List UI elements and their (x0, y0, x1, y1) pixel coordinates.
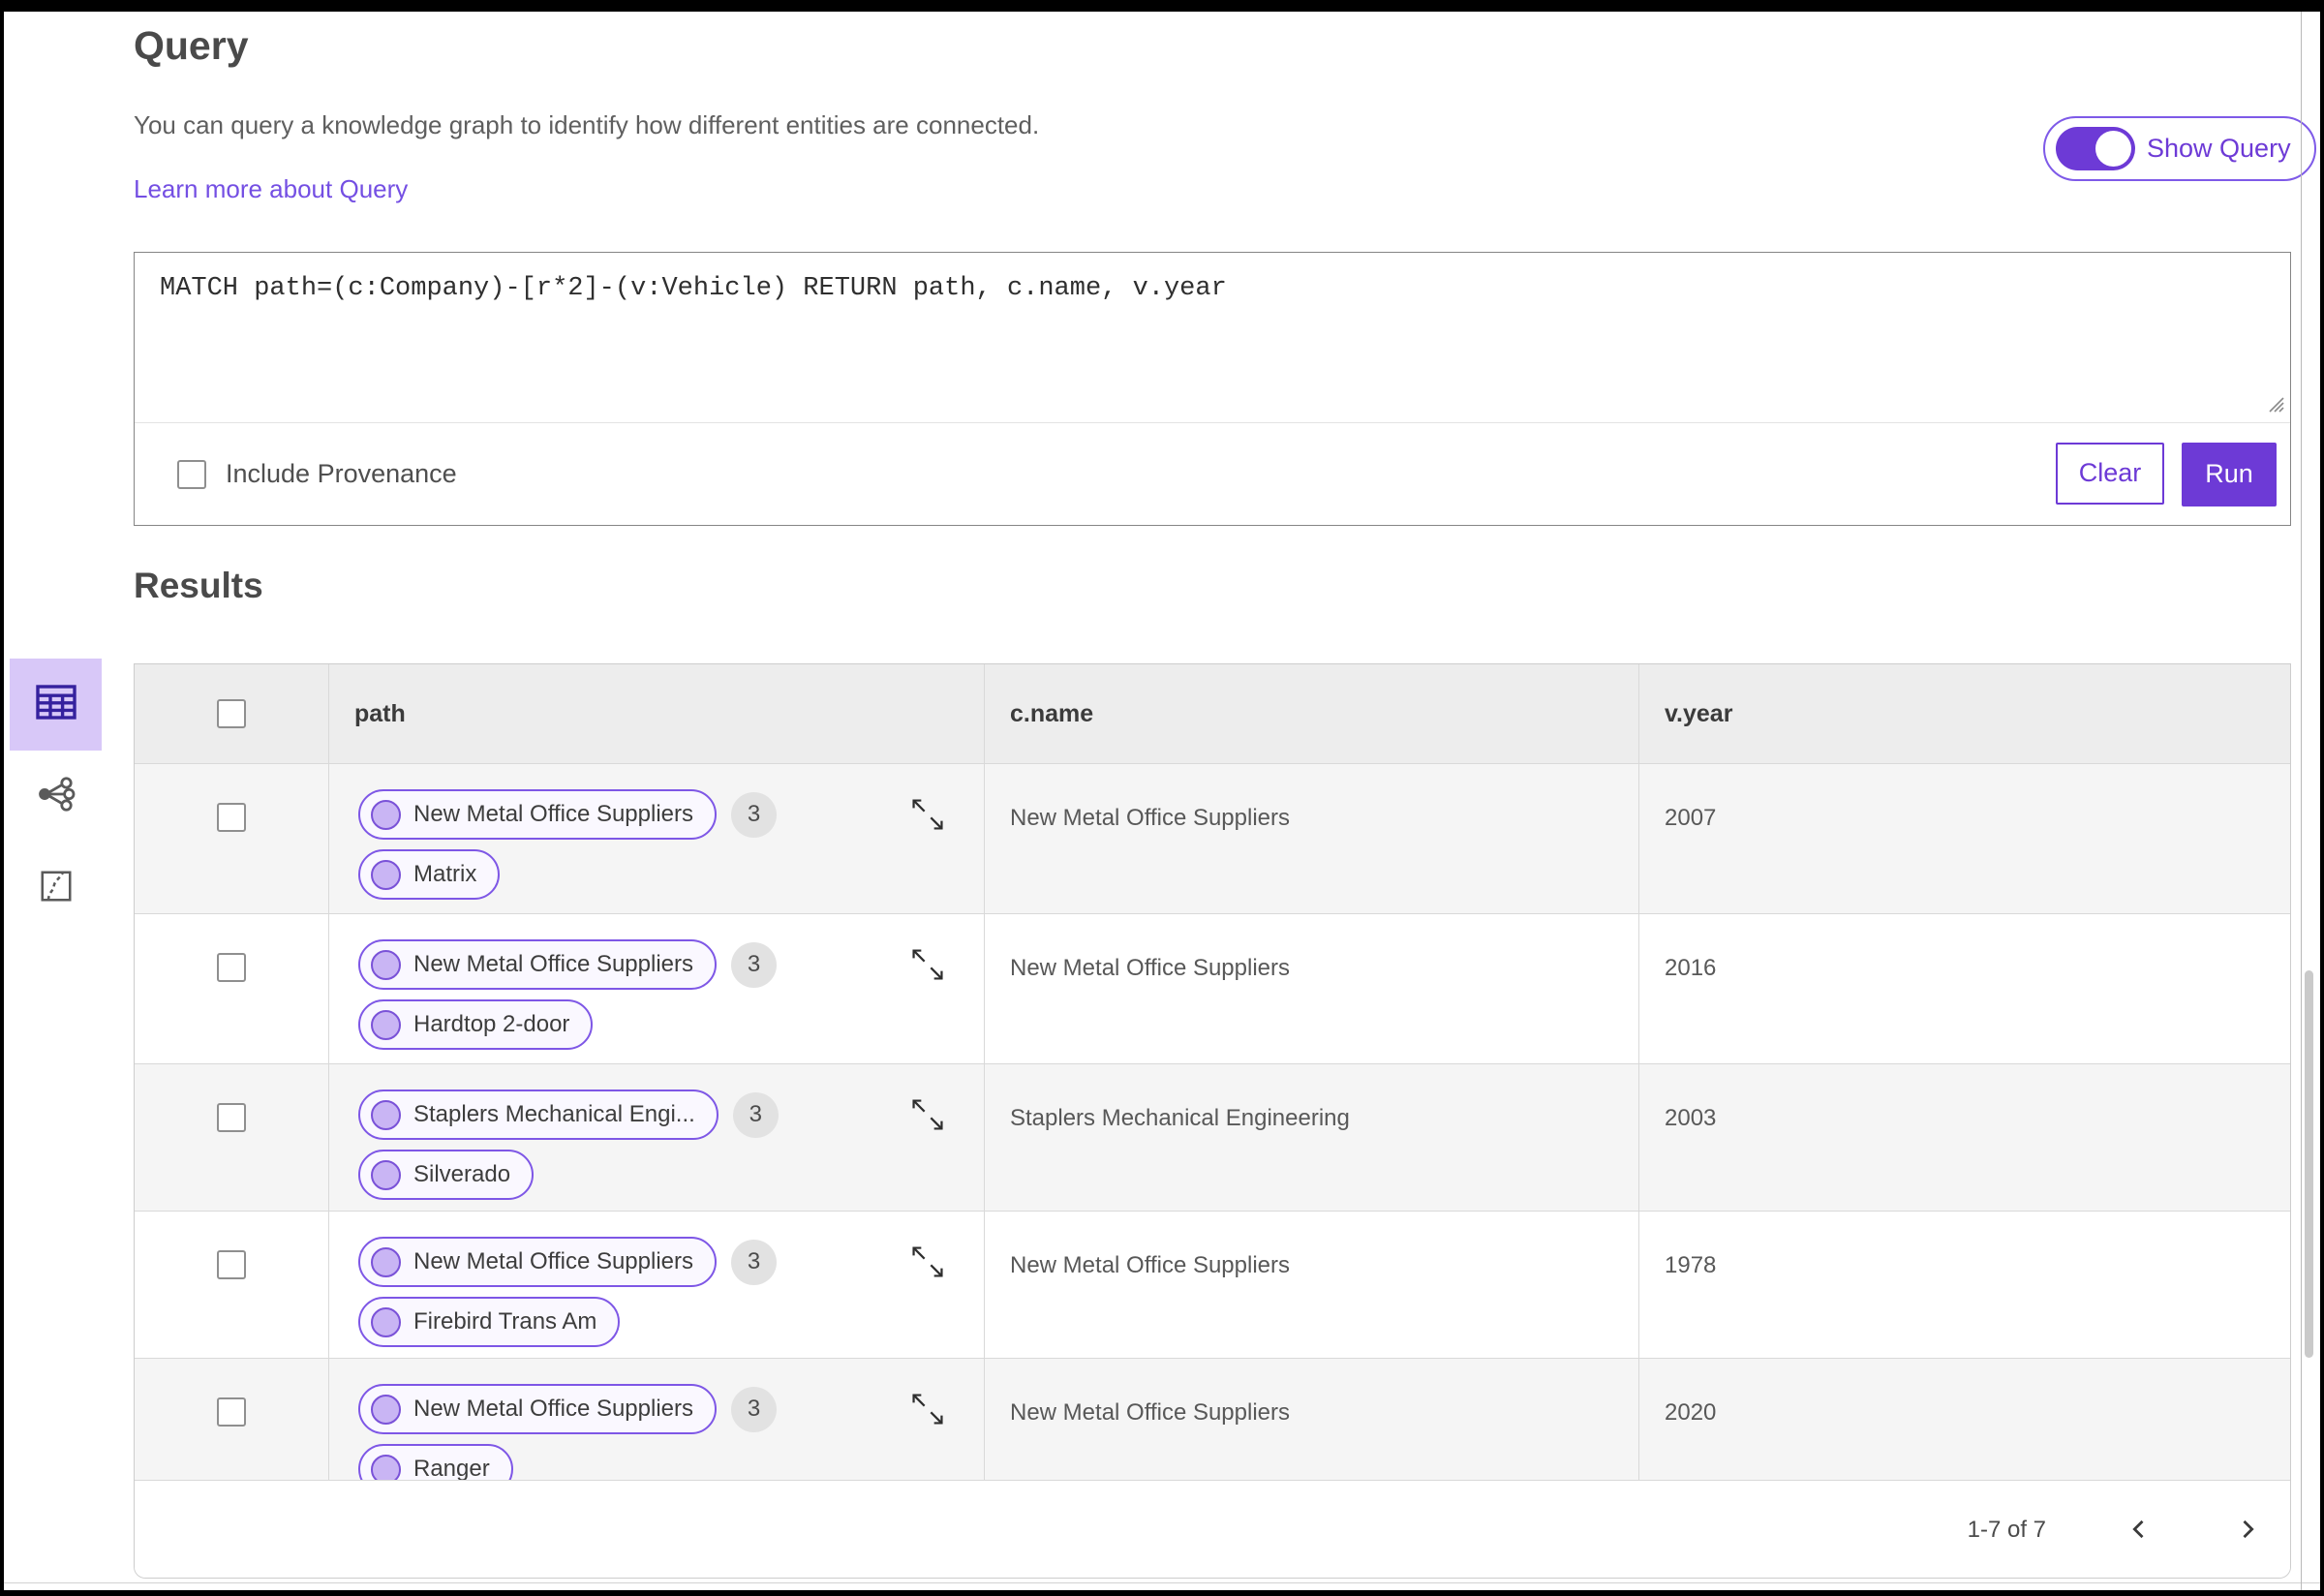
path-cell: New Metal Office Suppliers 3 Matrix (329, 764, 985, 913)
editor-buttons: Clear Run (2056, 442, 2290, 506)
table-pagination: 1-7 of 7 (135, 1480, 2290, 1578)
column-header-path: path (329, 664, 985, 763)
content-bottom-divider (4, 1582, 2320, 1583)
path-node-pill[interactable]: Staplers Mechanical Engi... (358, 1090, 719, 1140)
row-checkbox[interactable] (217, 1250, 246, 1279)
header-checkbox-cell (135, 664, 329, 763)
expand-diagonal-arrows-icon[interactable] (908, 1390, 947, 1428)
row-checkbox[interactable] (217, 803, 246, 832)
path-node-pill[interactable]: New Metal Office Suppliers (358, 789, 718, 840)
path-node-pill[interactable]: New Metal Office Suppliers (358, 939, 718, 990)
query-editor-footer: Include Provenance Clear Run (135, 423, 2290, 525)
include-provenance-label: Include Provenance (226, 459, 457, 488)
row-checkbox[interactable] (217, 1397, 246, 1427)
expand-diagonal-arrows-icon[interactable] (908, 1243, 947, 1281)
learn-more-link[interactable]: Learn more about Query (134, 174, 408, 204)
edge-count-badge: 3 (731, 1239, 778, 1285)
row-checkbox[interactable] (217, 1103, 246, 1132)
path-node-pill[interactable]: Silverado (358, 1150, 535, 1200)
screenshot-frame: Query You can query a knowledge graph to… (0, 0, 2324, 1596)
path-node-pill[interactable]: Ranger (358, 1444, 513, 1480)
toggle-knob (2095, 131, 2131, 167)
page-title: Query (134, 23, 249, 68)
clear-button[interactable]: Clear (2056, 442, 2164, 505)
page-scrollbar-track (2301, 12, 2302, 1590)
path-cell: Staplers Mechanical Engi... 3 Silverado (329, 1064, 985, 1211)
table-row: New Metal Office Suppliers 3 Ranger New … (135, 1359, 2290, 1480)
node-circle-icon (371, 1454, 401, 1480)
node-circle-icon (371, 859, 401, 890)
prev-page-button[interactable] (2120, 1510, 2158, 1551)
c-name-cell: New Metal Office Suppliers (985, 764, 1639, 913)
node-circle-icon (371, 1099, 401, 1130)
edge-count-badge: 3 (731, 791, 778, 838)
path-node-pill[interactable]: Hardtop 2-door (358, 999, 594, 1050)
pagination-range-label: 1-7 of 7 (1967, 1517, 2046, 1543)
next-page-button[interactable] (2228, 1510, 2267, 1551)
table-view-button[interactable] (10, 659, 102, 751)
node-circle-icon (371, 1009, 401, 1040)
include-provenance-checkbox[interactable] (177, 459, 206, 489)
edge-count-badge: 3 (731, 941, 778, 988)
select-all-checkbox[interactable] (217, 699, 246, 728)
v-year-cell: 2007 (1665, 805, 1717, 831)
c-name-cell: Staplers Mechanical Engineering (985, 1064, 1639, 1211)
node-circle-icon (371, 1306, 401, 1337)
node-circle-icon (371, 1394, 401, 1425)
page-description: You can query a knowledge graph to ident… (134, 110, 1040, 139)
table-row: New Metal Office Suppliers 3 Hardtop 2-d… (135, 914, 2290, 1064)
table-row: Staplers Mechanical Engi... 3 Silverado … (135, 1064, 2290, 1212)
path-node-pill[interactable]: Matrix (358, 849, 501, 900)
column-header-v-year: v.year (1665, 699, 1733, 727)
path-cell: New Metal Office Suppliers 3 Hardtop 2-d… (329, 914, 985, 1063)
c-name-cell: New Metal Office Suppliers (985, 1212, 1639, 1358)
graph-view-button[interactable] (10, 751, 102, 843)
node-circle-icon (371, 799, 401, 830)
query-editor-area: MATCH path=(c:Company)-[r*2]-(v:Vehicle)… (135, 253, 2290, 423)
expand-diagonal-arrows-icon[interactable] (908, 1095, 947, 1134)
table-row: New Metal Office Suppliers 3 Matrix New … (135, 764, 2290, 914)
query-page: Query You can query a knowledge graph to… (4, 12, 2320, 1590)
v-year-cell: 2003 (1665, 1105, 1717, 1131)
show-query-toggle-button[interactable]: Show Query (2043, 116, 2316, 181)
run-button[interactable]: Run (2182, 442, 2277, 506)
c-name-cell: New Metal Office Suppliers (985, 914, 1639, 1063)
route-map-icon (38, 868, 75, 909)
row-checkbox[interactable] (217, 953, 246, 982)
v-year-cell: 2016 (1665, 955, 1717, 981)
v-year-cell: 1978 (1665, 1252, 1717, 1278)
expand-diagonal-arrows-icon[interactable] (908, 795, 947, 834)
edge-count-badge: 3 (732, 1091, 779, 1138)
node-circle-icon (371, 1246, 401, 1277)
table-header-row: path c.name v.year (135, 664, 2290, 764)
include-provenance-control[interactable]: Include Provenance (177, 459, 457, 489)
c-name-cell: New Metal Office Suppliers (985, 1359, 1639, 1480)
chevron-left-icon (2125, 1516, 2153, 1546)
column-header-c-name: c.name (985, 664, 1639, 763)
path-node-pill[interactable]: New Metal Office Suppliers (358, 1237, 718, 1287)
path-cell: New Metal Office Suppliers 3 Firebird Tr… (329, 1212, 985, 1358)
path-node-pill[interactable]: New Metal Office Suppliers (358, 1384, 718, 1434)
page-scrollbar-thumb[interactable] (2305, 970, 2313, 1358)
results-title: Results (134, 566, 263, 605)
chart-view-button[interactable] (10, 843, 102, 935)
textarea-resize-grip-icon[interactable] (2264, 392, 2285, 418)
path-cell: New Metal Office Suppliers 3 Ranger (329, 1359, 985, 1480)
table-grid-icon (33, 679, 79, 730)
table-row: New Metal Office Suppliers 3 Firebird Tr… (135, 1212, 2290, 1359)
node-circle-icon (371, 1159, 401, 1190)
node-circle-icon (371, 949, 401, 980)
expand-diagonal-arrows-icon[interactable] (908, 945, 947, 984)
results-table: path c.name v.year New Metal Office Supp… (134, 663, 2291, 1579)
network-share-icon (36, 774, 76, 819)
results-view-rail (10, 659, 102, 935)
query-input[interactable]: MATCH path=(c:Company)-[r*2]-(v:Vehicle)… (135, 253, 2290, 422)
toggle-on-icon[interactable] (2056, 127, 2135, 170)
edge-count-badge: 3 (731, 1386, 778, 1432)
path-node-pill[interactable]: Firebird Trans Am (358, 1297, 621, 1347)
chevron-right-icon (2234, 1516, 2261, 1546)
show-query-label: Show Query (2147, 134, 2291, 163)
query-editor-card: MATCH path=(c:Company)-[r*2]-(v:Vehicle)… (134, 252, 2291, 526)
v-year-cell: 2020 (1665, 1399, 1717, 1426)
